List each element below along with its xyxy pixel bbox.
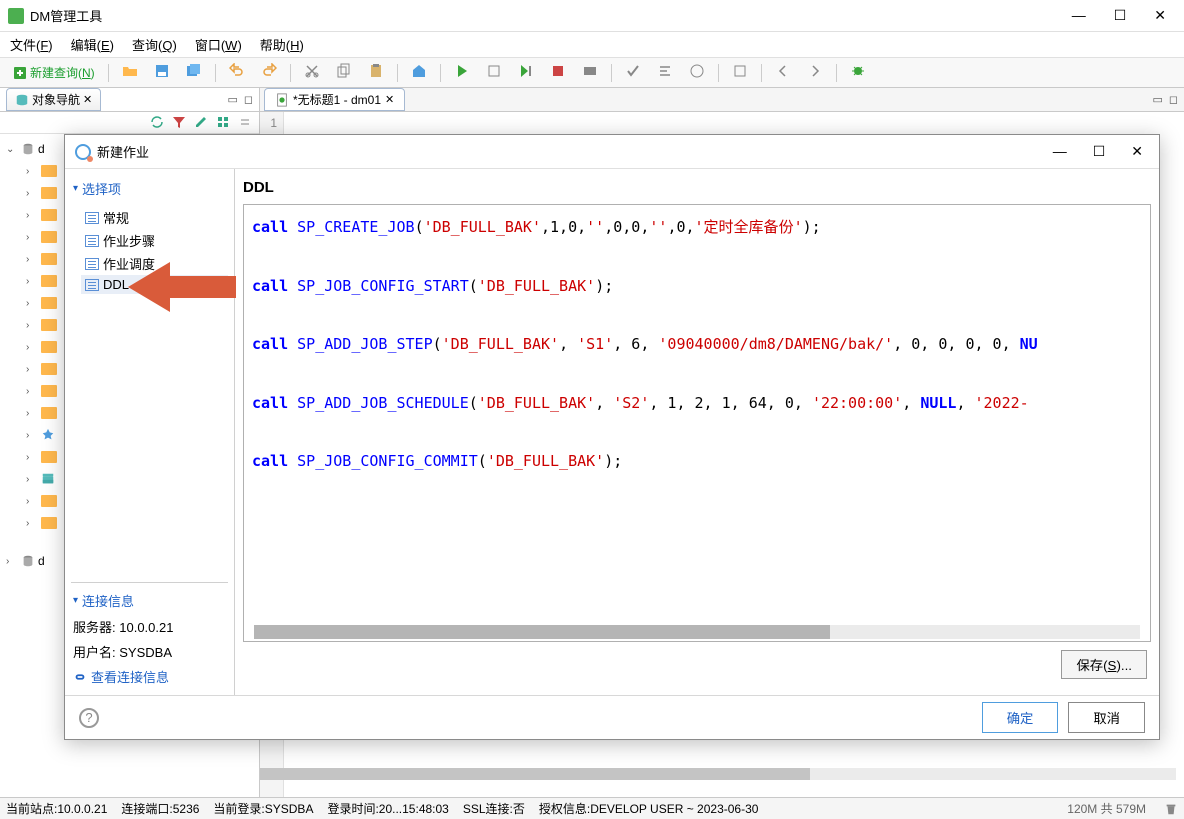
open-icon[interactable]: [116, 61, 144, 84]
bug-icon[interactable]: [844, 61, 872, 84]
menu-bar: 文件(F) 编辑(E) 查询(Q) 窗口(W) 帮助(H): [0, 32, 1184, 58]
option-steps[interactable]: 作业步骤: [81, 229, 228, 252]
dialog-minimize-button[interactable]: —: [1053, 143, 1067, 160]
conn-server-label: 服务器:: [73, 620, 116, 635]
conn-user-value: SYSDBA: [119, 645, 172, 660]
run-script-icon[interactable]: [512, 61, 540, 84]
conn-server-value: 10.0.0.21: [119, 620, 173, 635]
minimize-button[interactable]: —: [1072, 7, 1086, 24]
editor-min-icon[interactable]: ▭: [1152, 93, 1162, 106]
window-title: DM管理工具: [30, 6, 102, 25]
close-button[interactable]: ✕: [1154, 7, 1166, 24]
dialog-heading: DDL: [243, 177, 1151, 204]
status-auth: 授权信息:DEVELOP USER ~ 2023-06-30: [539, 800, 759, 817]
dialog-title: 新建作业: [97, 142, 149, 161]
editor-max-icon[interactable]: ◻: [1169, 93, 1178, 106]
new-job-dialog: 新建作业 — ☐ ✕ 选择项 常规 作业步骤 作业调度 DDL 连接信息 服务器…: [64, 134, 1160, 740]
sql-file-icon: [275, 93, 289, 107]
menu-help[interactable]: 帮助(H): [260, 35, 304, 54]
help-button[interactable]: ?: [79, 708, 99, 728]
save-all-icon[interactable]: [180, 61, 208, 84]
menu-window[interactable]: 窗口(W): [195, 35, 242, 54]
menu-query[interactable]: 查询(Q): [132, 35, 177, 54]
section-select-header[interactable]: 选择项: [71, 175, 228, 202]
undo-icon[interactable]: [223, 61, 251, 84]
nav-tab[interactable]: 对象导航 ✕: [6, 88, 101, 111]
home-icon[interactable]: [405, 61, 433, 84]
save-button[interactable]: 保存(S)...: [1061, 650, 1147, 679]
main-toolbar: 新建查询(N): [0, 58, 1184, 88]
editor-tab-close-icon[interactable]: ✕: [385, 93, 394, 106]
collapse-icon[interactable]: [237, 114, 253, 130]
status-bar: 当前站点:10.0.0.21 连接端口:5236 当前登录:SYSDBA 登录时…: [0, 797, 1184, 819]
tool1-icon[interactable]: [726, 61, 754, 84]
run-icon[interactable]: [448, 61, 476, 84]
ddl-sql-box[interactable]: call SP_CREATE_JOB('DB_FULL_BAK',1,0,'',…: [243, 204, 1151, 642]
prev-icon[interactable]: [769, 61, 797, 84]
window-title-bar: DM管理工具 — ☐ ✕: [0, 0, 1184, 32]
cancel-button[interactable]: 取消: [1068, 702, 1145, 733]
next-icon[interactable]: [801, 61, 829, 84]
app-icon: [8, 8, 24, 24]
panel-menu-icon[interactable]: ◻: [244, 93, 253, 106]
sql-horizontal-scrollbar[interactable]: [254, 625, 1140, 639]
commit-icon[interactable]: [576, 61, 604, 84]
status-memory: 120M 共 579M: [1067, 800, 1146, 817]
format-icon[interactable]: [651, 61, 679, 84]
option-ddl[interactable]: DDL: [81, 275, 228, 294]
edit-icon[interactable]: [193, 114, 209, 130]
editor-tab[interactable]: *无标题1 - dm01 ✕: [264, 88, 405, 111]
explain-icon[interactable]: [683, 61, 711, 84]
dialog-sidebar: 选择项 常规 作业步骤 作业调度 DDL 连接信息 服务器: 10.0.0.21…: [65, 169, 235, 695]
minimize-panel-icon[interactable]: ▭: [227, 93, 237, 106]
check-icon[interactable]: [619, 61, 647, 84]
status-site: 当前站点:10.0.0.21: [6, 800, 107, 817]
menu-file[interactable]: 文件(F): [10, 35, 53, 54]
section-conn-header[interactable]: 连接信息: [71, 587, 228, 614]
status-port: 连接端口:5236: [121, 800, 199, 817]
view-connection-link[interactable]: 查看连接信息: [71, 664, 228, 689]
link-icon: [73, 670, 87, 684]
menu-edit[interactable]: 编辑(E): [71, 35, 114, 54]
status-time: 登录时间:20...15:48:03: [327, 800, 448, 817]
dialog-maximize-button[interactable]: ☐: [1093, 143, 1106, 160]
cut-icon[interactable]: [298, 61, 326, 84]
stop-icon[interactable]: [544, 61, 572, 84]
db-icon: [15, 93, 29, 107]
paste-icon[interactable]: [362, 61, 390, 84]
redo-icon[interactable]: [255, 61, 283, 84]
conn-user-label: 用户名:: [73, 645, 116, 660]
status-ssl: SSL连接:否: [463, 800, 525, 817]
expand-icon[interactable]: [215, 114, 231, 130]
refresh-icon[interactable]: [149, 114, 165, 130]
ok-button[interactable]: 确定: [982, 702, 1059, 733]
debug-step-icon[interactable]: [480, 61, 508, 84]
maximize-button[interactable]: ☐: [1114, 7, 1127, 24]
status-login: 当前登录:SYSDBA: [213, 800, 313, 817]
option-schedule[interactable]: 作业调度: [81, 252, 228, 275]
save-icon[interactable]: [148, 61, 176, 84]
dialog-close-button[interactable]: ✕: [1131, 143, 1143, 160]
filter-icon[interactable]: [171, 114, 187, 130]
copy-icon[interactable]: [330, 61, 358, 84]
trash-icon[interactable]: [1164, 802, 1178, 816]
tab-close-icon[interactable]: ✕: [83, 93, 92, 106]
option-general[interactable]: 常规: [81, 206, 228, 229]
dialog-icon: [75, 144, 91, 160]
new-query-button[interactable]: 新建查询(N): [6, 62, 101, 83]
editor-horizontal-scrollbar[interactable]: [260, 768, 1176, 780]
